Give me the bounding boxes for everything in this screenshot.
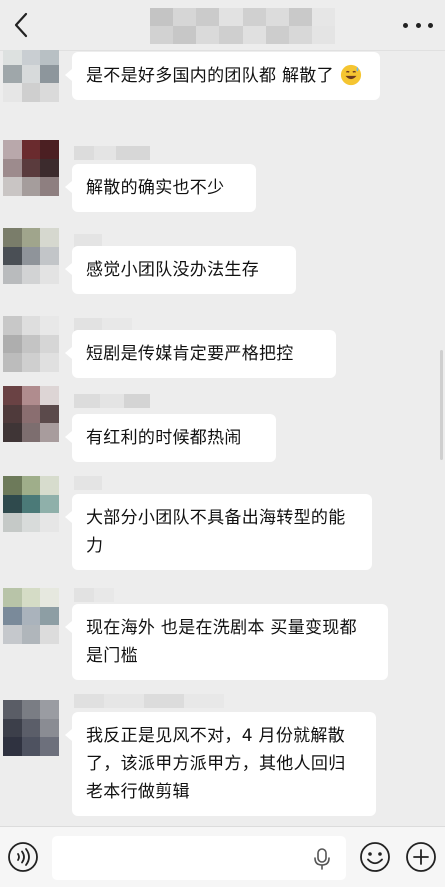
back-button[interactable] — [6, 9, 36, 41]
message-text: 有红利的时候都热闹 — [86, 428, 242, 448]
message-input[interactable] — [52, 836, 346, 880]
message-text: 短剧是传媒肯定要严格把控 — [86, 344, 294, 364]
chevron-left-icon — [14, 12, 28, 38]
scrollbar[interactable] — [440, 350, 443, 460]
message-bubble[interactable]: 我反正是见风不对，4 月份就解散了，该派甲方派甲方，其他人回归老本行做剪辑 — [65, 712, 376, 816]
microphone-icon[interactable] — [311, 847, 333, 871]
message-text: 大部分小团队不具备出海转型的能力 — [86, 508, 346, 556]
message-bubble[interactable]: 大部分小团队不具备出海转型的能力 — [65, 494, 372, 570]
message-bubble[interactable]: 是不是好多国内的团队都 解散了 — [65, 52, 380, 100]
more-dots-icon — [403, 22, 408, 28]
plus-icon[interactable] — [405, 841, 437, 873]
message-bubble[interactable]: 解散的确实也不少 — [65, 164, 256, 212]
message-text: 我反正是见风不对，4 月份就解散了，该派甲方派甲方，其他人回归老本行做剪辑 — [86, 726, 346, 802]
emoji-face-icon[interactable] — [359, 841, 391, 873]
avatar[interactable] — [3, 50, 59, 102]
more-options-button[interactable] — [403, 15, 433, 35]
message-bubble[interactable]: 感觉小团队没办法生存 — [65, 246, 296, 294]
avatar[interactable] — [3, 476, 59, 532]
message-text: 是不是好多国内的团队都 解散了 — [86, 66, 334, 86]
avatar[interactable] — [3, 140, 59, 196]
sender-name-pixelated — [74, 694, 224, 708]
message-text: 解散的确实也不少 — [86, 178, 225, 198]
avatar[interactable] — [3, 588, 59, 644]
message-text: 感觉小团队没办法生存 — [86, 260, 259, 280]
sender-name-pixelated — [74, 476, 102, 490]
message-text: 现在海外 也是在洗剧本 买量变现都是门槛 — [86, 618, 357, 666]
sender-name-pixelated — [74, 588, 114, 602]
grinning-sweat-emoji — [340, 64, 361, 85]
chat-input-bar — [0, 826, 445, 887]
avatar[interactable] — [3, 316, 59, 372]
avatar[interactable] — [3, 386, 59, 442]
chat-title-pixelated — [150, 8, 335, 44]
message-bubble[interactable]: 现在海外 也是在洗剧本 买量变现都是门槛 — [65, 604, 388, 680]
message-list[interactable]: 是不是好多国内的团队都 解散了 解散的确实也不少 感觉小团队没办法生存 短剧是传… — [0, 50, 445, 826]
avatar[interactable] — [3, 228, 59, 284]
chat-header — [0, 0, 445, 51]
message-bubble[interactable]: 有红利的时候都热闹 — [65, 414, 276, 462]
sender-name-pixelated — [74, 394, 150, 408]
message-bubble[interactable]: 短剧是传媒肯定要严格把控 — [65, 330, 336, 378]
sender-name-pixelated — [74, 146, 150, 160]
avatar[interactable] — [3, 700, 59, 756]
voice-input-icon[interactable] — [7, 841, 39, 873]
